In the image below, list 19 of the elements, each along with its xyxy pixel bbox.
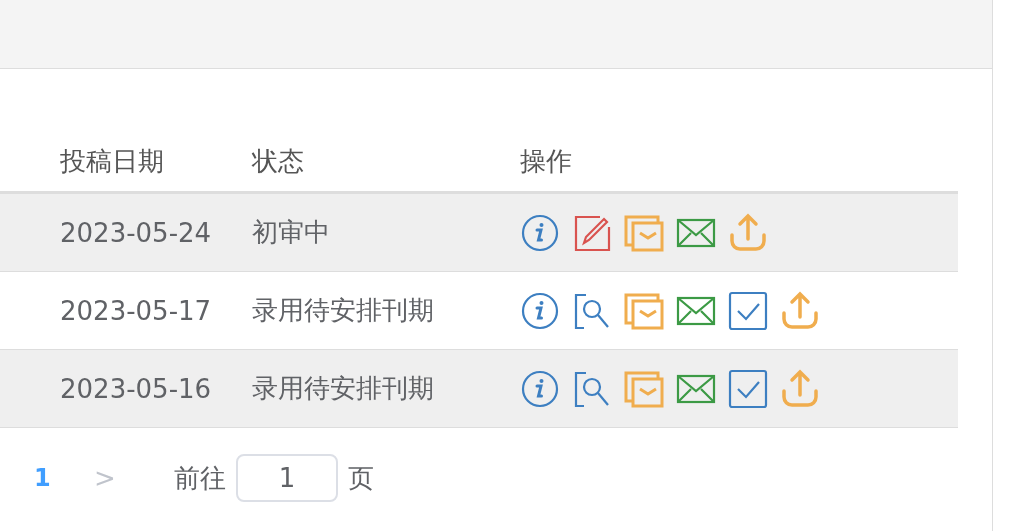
status-text: 录用待安排刊期 xyxy=(252,295,434,325)
date-text: 2023-05-17 xyxy=(60,295,212,326)
upload-icon[interactable] xyxy=(780,290,820,331)
column-header: 投稿日期 xyxy=(59,144,165,178)
goto-label: 前往 xyxy=(174,461,226,495)
checkbox-icon[interactable] xyxy=(728,368,768,409)
date-text: 2023-05-16 xyxy=(60,373,212,404)
checkbox-icon[interactable] xyxy=(728,290,768,331)
status-text: 初审中 xyxy=(252,217,330,247)
page-suffix: 页 xyxy=(348,461,374,495)
page-input[interactable]: 1 xyxy=(236,454,338,502)
page-number[interactable]: 1 xyxy=(34,464,94,492)
info-icon[interactable] xyxy=(520,368,560,409)
info-icon[interactable] xyxy=(520,290,560,331)
column-header: 操作 xyxy=(519,144,573,178)
info-icon[interactable] xyxy=(520,212,560,253)
column-header: 状态 xyxy=(250,144,305,178)
date-text: 2023-05-24 xyxy=(60,217,212,248)
status-text: 录用待安排刊期 xyxy=(252,373,434,403)
